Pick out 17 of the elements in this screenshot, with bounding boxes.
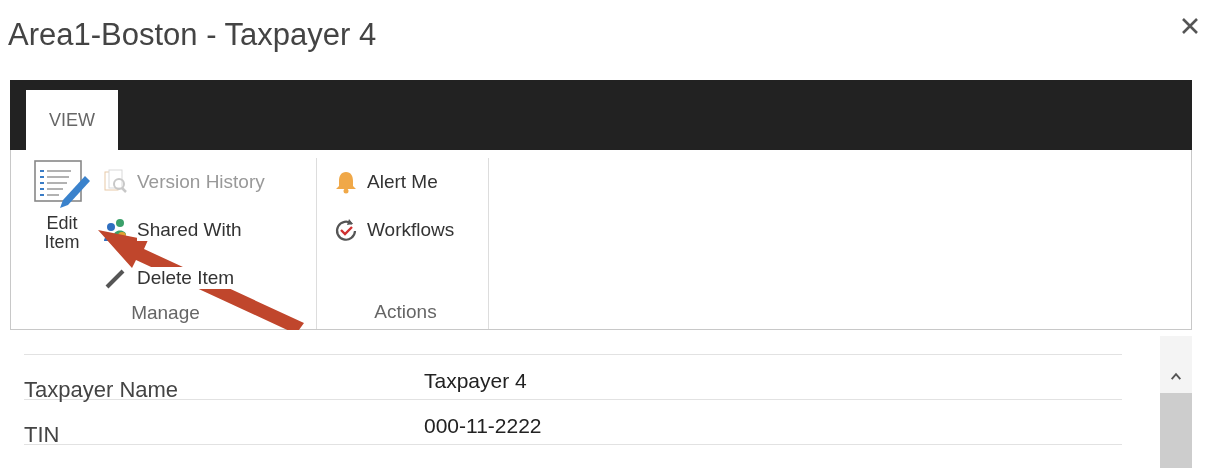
close-icon[interactable] — [1180, 16, 1200, 36]
ribbon-button[interactable]: Shared With — [103, 206, 265, 254]
edit-item-button[interactable]: Edit Item — [25, 158, 99, 302]
ribbon-button[interactable]: Delete Item — [103, 254, 265, 302]
field-value: Taxpayer 4 — [424, 369, 527, 393]
ribbon-button[interactable]: Workflows — [333, 206, 455, 254]
field-label: TIN — [24, 421, 61, 448]
workflow-check-icon — [333, 217, 359, 243]
group-label: Actions — [373, 301, 438, 324]
documents-magnifier-icon — [103, 169, 129, 195]
window-title: Area1-Boston - Taxpayer 4 — [8, 17, 377, 53]
scroll-up-icon[interactable] — [1168, 372, 1184, 381]
field-value: 000-11-2222 — [424, 414, 542, 438]
ribbon-tab[interactable]: VIEW — [26, 90, 118, 150]
group-label: Manage — [130, 302, 201, 325]
ribbon-button[interactable]: Alert Me — [333, 158, 455, 206]
field-label: Taxpayer Name — [24, 376, 180, 403]
